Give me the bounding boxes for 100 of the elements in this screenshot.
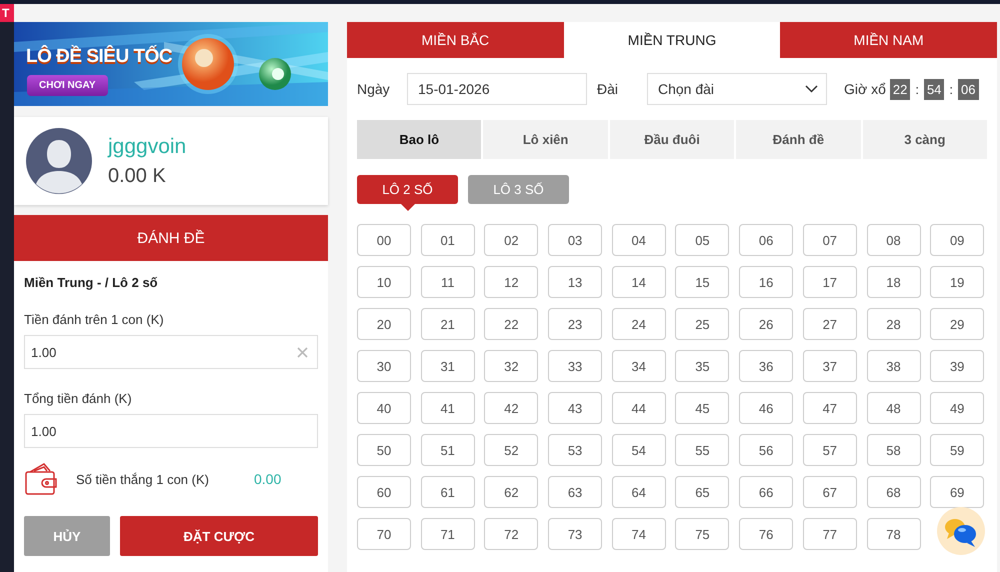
banner-title: LÔ ĐỀ SIÊU TỐC	[26, 46, 172, 68]
number-cell[interactable]: 73	[548, 518, 602, 550]
number-cell[interactable]: 69	[930, 476, 984, 508]
number-cell[interactable]: 38	[866, 350, 920, 382]
number-cell[interactable]: 12	[484, 266, 538, 298]
number-cell[interactable]: 50	[357, 434, 411, 466]
number-cell[interactable]: 05	[675, 224, 730, 256]
number-cell[interactable]: 37	[802, 350, 857, 382]
number-cell[interactable]: 66	[739, 476, 794, 508]
number-cell[interactable]: 47	[802, 392, 857, 424]
number-cell[interactable]: 27	[802, 308, 857, 340]
number-cell[interactable]: 22	[484, 308, 538, 340]
number-cell[interactable]: 33	[548, 350, 602, 382]
number-cell[interactable]: 31	[420, 350, 475, 382]
number-cell[interactable]: 17	[802, 266, 857, 298]
mode-button[interactable]: LÔ 2 SỐ	[357, 175, 458, 204]
bet-type-tab[interactable]: 3 càng	[862, 120, 988, 159]
number-cell[interactable]: 77	[802, 518, 857, 550]
bet-type-tab[interactable]: Bao lô	[357, 120, 482, 159]
number-cell[interactable]: 39	[930, 350, 984, 382]
number-cell[interactable]: 45	[675, 392, 730, 424]
number-cell[interactable]: 02	[484, 224, 538, 256]
bet-type-tab[interactable]: Đánh đề	[736, 120, 861, 159]
number-cell[interactable]: 42	[484, 392, 538, 424]
number-cell[interactable]: 01	[420, 224, 475, 256]
number-cell[interactable]: 21	[420, 308, 475, 340]
number-cell[interactable]: 18	[866, 266, 920, 298]
number-cell[interactable]: 23	[548, 308, 602, 340]
bet-type-tab[interactable]: Lô xiên	[483, 120, 608, 159]
station-select[interactable]: Chọn đài	[647, 73, 827, 105]
number-cell[interactable]: 14	[612, 266, 666, 298]
number-cell[interactable]: 63	[548, 476, 602, 508]
number-cell[interactable]: 28	[866, 308, 920, 340]
number-cell[interactable]: 53	[548, 434, 602, 466]
number-cell[interactable]: 36	[739, 350, 794, 382]
number-cell[interactable]: 03	[548, 224, 602, 256]
number-cell[interactable]: 40	[357, 392, 411, 424]
number-cell[interactable]: 57	[802, 434, 857, 466]
number-cell[interactable]: 52	[484, 434, 538, 466]
number-cell[interactable]: 65	[675, 476, 730, 508]
number-cell[interactable]: 59	[930, 434, 984, 466]
number-cell[interactable]: 75	[675, 518, 730, 550]
number-cell[interactable]: 46	[739, 392, 794, 424]
countdown-digit: 06	[958, 78, 979, 100]
number-cell[interactable]: 35	[675, 350, 730, 382]
number-cell[interactable]: 26	[739, 308, 794, 340]
number-cell[interactable]: 64	[612, 476, 666, 508]
number-cell[interactable]: 51	[420, 434, 475, 466]
number-cell[interactable]: 29	[930, 308, 984, 340]
amount-field[interactable]: 1.00	[24, 335, 318, 369]
number-cell[interactable]: 67	[802, 476, 857, 508]
bet-subtitle: Miền Trung - / Lô 2 số	[24, 275, 159, 290]
number-cell[interactable]: 55	[675, 434, 730, 466]
number-cell[interactable]: 44	[612, 392, 666, 424]
number-cell[interactable]: 04	[612, 224, 666, 256]
number-cell[interactable]: 48	[866, 392, 920, 424]
number-cell[interactable]: 07	[802, 224, 857, 256]
number-cell[interactable]: 76	[739, 518, 794, 550]
number-cell[interactable]: 62	[484, 476, 538, 508]
number-cell[interactable]: 20	[357, 308, 411, 340]
number-cell[interactable]: 34	[612, 350, 666, 382]
number-cell[interactable]: 60	[357, 476, 411, 508]
number-cell[interactable]: 68	[866, 476, 920, 508]
number-cell[interactable]: 61	[420, 476, 475, 508]
play-now-button[interactable]: CHƠI NGAY	[27, 75, 108, 96]
number-cell[interactable]: 08	[866, 224, 920, 256]
chevron-down-icon	[805, 85, 818, 93]
number-cell[interactable]: 56	[739, 434, 794, 466]
number-cell[interactable]: 06	[739, 224, 794, 256]
number-cell[interactable]: 71	[420, 518, 475, 550]
number-cell[interactable]: 58	[866, 434, 920, 466]
date-field[interactable]: 15-01-2026	[407, 73, 587, 105]
number-cell[interactable]: 41	[420, 392, 475, 424]
number-cell[interactable]: 11	[420, 266, 475, 298]
number-cell[interactable]: 00	[357, 224, 411, 256]
number-cell[interactable]: 13	[548, 266, 602, 298]
amount-field[interactable]: 1.00	[24, 414, 318, 448]
number-cell[interactable]: 30	[357, 350, 411, 382]
number-cell[interactable]: 43	[548, 392, 602, 424]
number-cell[interactable]: 32	[484, 350, 538, 382]
countdown-digit: 54	[924, 78, 944, 100]
draw-time-label: Giờ xổ	[844, 81, 886, 97]
number-cell[interactable]: 09	[930, 224, 984, 256]
number-cell[interactable]: 10	[357, 266, 411, 298]
number-cell[interactable]: 74	[612, 518, 666, 550]
region-tab[interactable]: MIỀN BẮC	[347, 22, 564, 58]
place-bet-button[interactable]: ĐẶT CƯỢC	[120, 516, 318, 556]
number-cell[interactable]: 25	[675, 308, 730, 340]
number-cell[interactable]: 72	[484, 518, 538, 550]
number-cell[interactable]: 24	[612, 308, 666, 340]
number-cell[interactable]: 15	[675, 266, 730, 298]
field-label: Tiền đánh trên 1 con (K)	[24, 312, 165, 327]
number-cell[interactable]: 70	[357, 518, 411, 550]
number-cell[interactable]: 16	[739, 266, 794, 298]
number-cell[interactable]: 19	[930, 266, 984, 298]
bet-type-tab[interactable]: Đầu đuôi	[610, 120, 734, 159]
number-cell[interactable]: 78	[866, 518, 920, 550]
number-cell[interactable]: 49	[930, 392, 984, 424]
region-tab[interactable]: MIỀN NAM	[780, 22, 997, 58]
number-cell[interactable]: 54	[612, 434, 666, 466]
